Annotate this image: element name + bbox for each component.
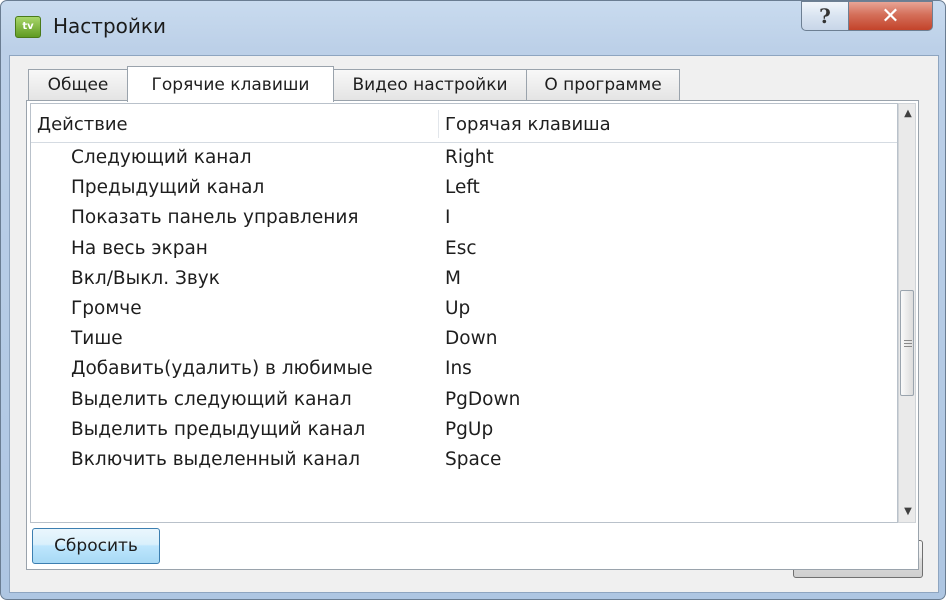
table-row[interactable]: Громче Up (31, 293, 897, 323)
table-row[interactable]: Выделить предыдущий канал PgUp (31, 414, 897, 444)
scroll-up-icon[interactable]: ▲ (901, 106, 915, 122)
table-row[interactable]: Включить выделенный канал Space (31, 444, 897, 474)
table-row[interactable]: Предыдущий канал Left (31, 172, 897, 202)
tab-hotkeys[interactable]: Горячие клавиши (127, 66, 334, 102)
table-row[interactable]: Вкл/Выкл. Звук M (31, 263, 897, 293)
action-cell: Предыдущий канал (71, 177, 265, 199)
tab-video-settings[interactable]: Видео настройки (333, 69, 527, 100)
window-controls: ? ✕ (801, 1, 933, 31)
table-row[interactable]: Выделить следующий канал PgDown (31, 384, 897, 414)
dialog-body: Общее Горячие клавиши Видео настройки О … (9, 55, 939, 593)
hotkey-cell: Up (445, 297, 471, 319)
table-row[interactable]: Следующий канал Right (31, 142, 897, 172)
tab-label: О программе (544, 75, 662, 95)
close-window-button[interactable]: ✕ (849, 1, 933, 31)
list-rows: Следующий канал Right Предыдущий канал Lef… (31, 142, 897, 474)
table-row[interactable]: Показать панель управления I (31, 202, 897, 232)
action-cell: Добавить(удалить) в любимые (71, 358, 373, 380)
grip-icon (904, 340, 912, 347)
action-cell: Показать панель управления (71, 207, 359, 229)
scrollbar-thumb[interactable] (900, 290, 914, 396)
tab-label: Видео настройки (352, 75, 508, 95)
hotkey-cell: M (445, 267, 461, 289)
hotkey-cell: Down (445, 328, 498, 350)
hotkey-cell: Ins (445, 358, 472, 380)
tab-label: Горячие клавиши (151, 74, 310, 95)
app-tv-icon: tv (15, 16, 41, 38)
action-cell: Тише (71, 328, 123, 350)
window-title: Настройки (53, 14, 166, 38)
tab-label: Общее (47, 75, 109, 95)
table-row[interactable]: Тише Down (31, 323, 897, 353)
scroll-down-icon[interactable]: ▼ (901, 504, 915, 520)
column-header-action[interactable]: Действие (37, 114, 128, 135)
help-button[interactable]: ? (801, 1, 849, 31)
hotkey-cell: Esc (445, 237, 477, 259)
hotkey-cell: PgDown (445, 388, 521, 410)
action-cell: Включить выделенный канал (71, 448, 361, 470)
hotkey-cell: Right (445, 147, 494, 168)
action-cell: Вкл/Выкл. Звук (71, 267, 220, 289)
hotkey-cell: Left (445, 177, 480, 199)
action-cell: Следующий канал (71, 147, 252, 168)
title-bar[interactable]: tv Настройки ? ✕ (1, 1, 945, 55)
action-cell: Выделить следующий канал (71, 388, 352, 410)
list-header: Действие Горячая клавиша (31, 104, 897, 143)
question-icon: ? (819, 4, 831, 28)
hotkey-cell: PgUp (445, 418, 494, 440)
action-cell: Громче (71, 297, 142, 319)
action-cell: На весь экран (71, 237, 208, 259)
table-row[interactable]: Добавить(удалить) в любимые Ins (31, 353, 897, 383)
action-cell: Выделить предыдущий канал (71, 418, 366, 440)
tab-about[interactable]: О программе (526, 69, 680, 100)
reset-button[interactable]: Сбросить (32, 528, 160, 564)
column-divider[interactable] (438, 110, 439, 138)
hotkeys-list[interactable]: Действие Горячая клавиша Следующий канал… (30, 103, 898, 523)
tab-general[interactable]: Общее (28, 69, 128, 100)
table-row[interactable]: На весь экран Esc (31, 233, 897, 263)
hotkeys-panel: Действие Горячая клавиша Следующий канал… (26, 100, 919, 570)
settings-window: tv Настройки ? ✕ Общее Горячие клавиши В… (0, 0, 946, 600)
hotkey-cell: I (445, 207, 451, 229)
column-header-hotkey[interactable]: Горячая клавиша (445, 114, 611, 135)
vertical-scrollbar[interactable]: ▲ ▼ (898, 103, 916, 523)
hotkey-cell: Space (445, 448, 502, 470)
close-icon: ✕ (881, 3, 900, 29)
